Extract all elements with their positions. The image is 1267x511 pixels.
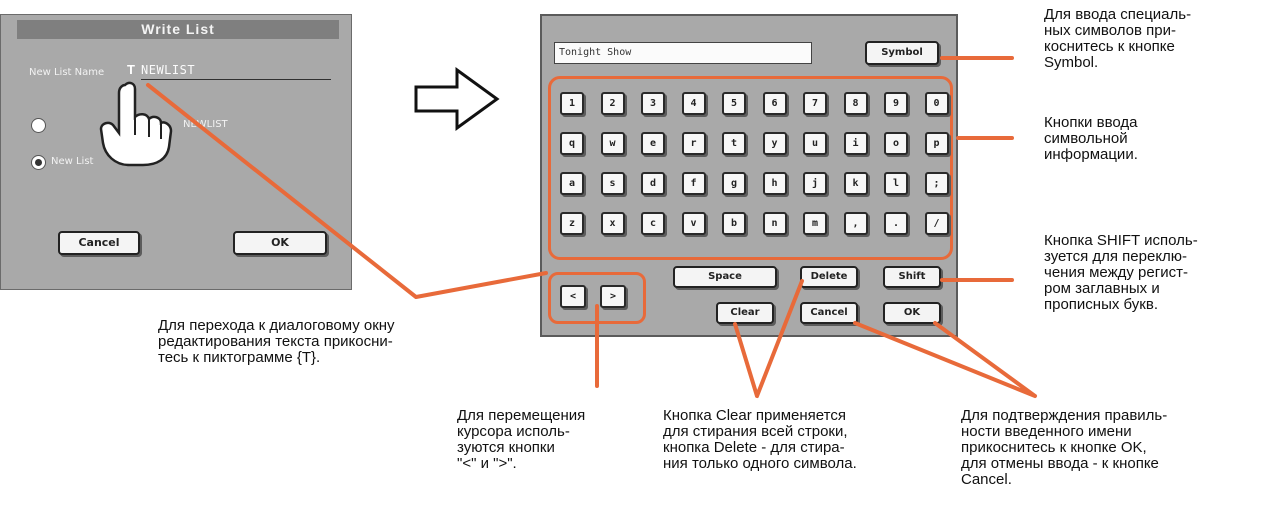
t-icon-note: Для перехода к диалоговому окну редактир…: [158, 317, 395, 366]
t-icon-callout-line: [146, 83, 548, 299]
cursor-note: Для перемещения курсора исполь- зуются к…: [457, 407, 586, 472]
ok-cancel-note: Для подтверждения правиль- ности введенн…: [961, 407, 1168, 488]
shift-note: Кнопка SHIFT исполь- зуется для переклю-…: [1044, 232, 1198, 313]
keys-note: Кнопки ввода символьной информации.: [1044, 114, 1138, 163]
clear-delete-callout-line: [733, 279, 804, 398]
symbol-note: Для ввода специаль- ных символов при- ко…: [1044, 6, 1192, 71]
clear-delete-note: Кнопка Clear применяется для стирания вс…: [663, 407, 857, 472]
ok-cancel-callout-line: [853, 321, 1037, 398]
